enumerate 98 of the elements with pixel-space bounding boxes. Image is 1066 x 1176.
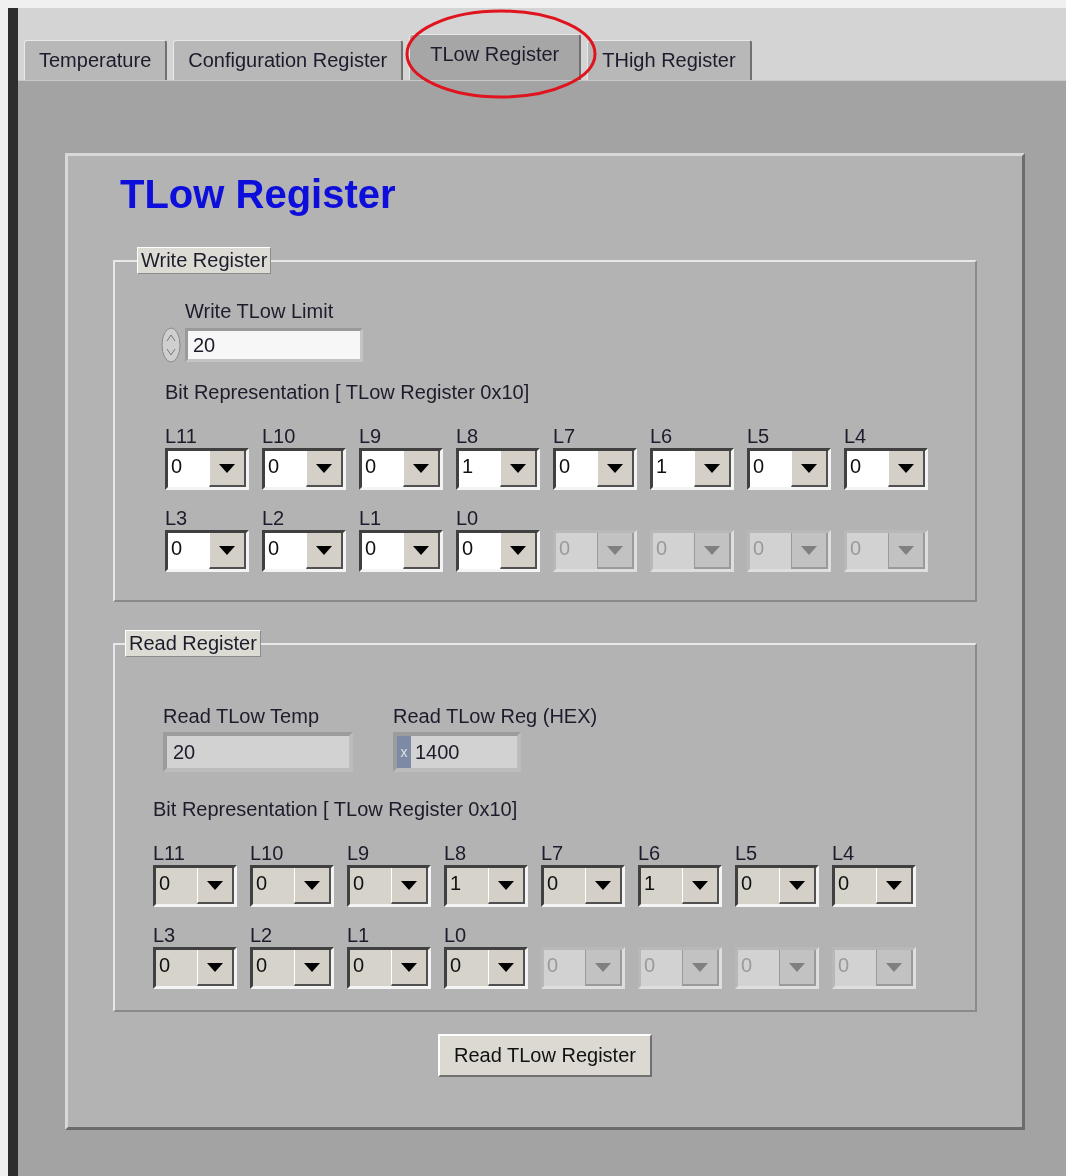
- caret-icon: [510, 545, 526, 555]
- bit-label: L3: [153, 923, 177, 947]
- dropdown[interactable]: 0: [553, 448, 637, 490]
- bit-label: L0: [456, 506, 480, 530]
- bit-label: L7: [553, 424, 577, 448]
- caret-icon: [207, 962, 223, 972]
- bit-label: L7: [541, 841, 565, 865]
- bit-label: L4: [844, 424, 868, 448]
- caret-icon: [801, 545, 817, 555]
- field-label: Write TLow Limit: [185, 300, 335, 323]
- bit-label: L5: [735, 841, 759, 865]
- bit-label: L1: [359, 506, 383, 530]
- bit-label: L10: [250, 841, 285, 865]
- caret-icon: [316, 463, 332, 473]
- tab[interactable]: Configuration Register: [173, 40, 404, 80]
- input-field[interactable]: 20: [185, 328, 363, 362]
- dropdown[interactable]: 0: [844, 448, 928, 490]
- caret-icon: [898, 545, 914, 555]
- caret-icon: [207, 880, 223, 890]
- dropdown[interactable]: 0: [153, 865, 237, 907]
- group-label: Write Register: [137, 247, 272, 274]
- caret-icon: [219, 463, 235, 473]
- caret-icon: [316, 545, 332, 555]
- caret-icon: [595, 880, 611, 890]
- caret-icon: [886, 962, 902, 972]
- bit-label: L2: [250, 923, 274, 947]
- caret-icon: [886, 880, 902, 890]
- dropdown[interactable]: 0: [165, 448, 249, 490]
- bit-label: L5: [747, 424, 771, 448]
- dropdown[interactable]: 0: [347, 865, 431, 907]
- dropdown[interactable]: 0: [347, 947, 431, 989]
- dropdown[interactable]: 1: [650, 448, 734, 490]
- bit-label: L9: [347, 841, 371, 865]
- tab[interactable]: TLow Register: [409, 34, 582, 80]
- bit-label: L11: [153, 841, 186, 865]
- caret-icon: [413, 463, 429, 473]
- field-label: Read TLow Temp: [163, 705, 320, 728]
- dropdown[interactable]: 0: [735, 865, 819, 907]
- section-label: Bit Representation [ TLow Register 0x10]: [153, 798, 519, 821]
- bit-label: L4: [832, 841, 856, 865]
- readout-field: x 1400: [393, 732, 521, 772]
- dropdown[interactable]: 0: [359, 448, 443, 490]
- bit-label: L9: [359, 424, 383, 448]
- dropdown[interactable]: 0: [832, 865, 916, 907]
- caret-icon: [595, 962, 611, 972]
- dropdown[interactable]: 0: [250, 947, 334, 989]
- caret-icon: [789, 880, 805, 890]
- dropdown[interactable]: 0: [456, 530, 540, 572]
- dropdown[interactable]: 0: [444, 947, 528, 989]
- bit-label: L1: [347, 923, 371, 947]
- bit-label: L6: [638, 841, 662, 865]
- caret-icon: [704, 545, 720, 555]
- dropdown[interactable]: 1: [444, 865, 528, 907]
- caret-icon: [801, 463, 817, 473]
- bit-label: L10: [262, 424, 297, 448]
- caret-icon: [510, 463, 526, 473]
- field-label: Read TLow Reg (HEX): [393, 705, 598, 728]
- dropdown[interactable]: 0: [541, 865, 625, 907]
- caret-icon: [498, 962, 514, 972]
- bit-label: L8: [444, 841, 468, 865]
- dropdown[interactable]: 0: [262, 448, 346, 490]
- caret-icon: [304, 880, 320, 890]
- caret-icon: [692, 880, 708, 890]
- caret-icon: [607, 545, 623, 555]
- dropdown[interactable]: 1: [638, 865, 722, 907]
- caret-icon: [692, 962, 708, 972]
- caret-icon: [413, 545, 429, 555]
- bit-label: L11: [165, 424, 198, 448]
- dropdown[interactable]: 0: [250, 865, 334, 907]
- dropdown[interactable]: 0: [359, 530, 443, 572]
- bit-label: L3: [165, 506, 189, 530]
- tab[interactable]: Temperature: [24, 40, 168, 80]
- caret-icon: [498, 880, 514, 890]
- dropdown[interactable]: 0: [153, 947, 237, 989]
- group-label: Read Register: [125, 630, 261, 657]
- bit-label: L8: [456, 424, 480, 448]
- caret-icon: [607, 463, 623, 473]
- dropdown[interactable]: 1: [456, 448, 540, 490]
- caret-icon: [401, 880, 417, 890]
- caret-icon: [898, 463, 914, 473]
- caret-icon: [304, 962, 320, 972]
- bit-label: L2: [262, 506, 286, 530]
- dropdown[interactable]: 0: [747, 448, 831, 490]
- read-button[interactable]: Read TLow Register: [438, 1034, 652, 1077]
- bit-label: L0: [444, 923, 468, 947]
- caret-icon: [789, 962, 805, 972]
- tab[interactable]: THigh Register: [587, 40, 752, 80]
- caret-icon: [401, 962, 417, 972]
- readout-field: 20: [163, 732, 353, 772]
- caret-icon: [704, 463, 720, 473]
- section-label: Bit Representation [ TLow Register 0x10]: [165, 381, 531, 404]
- radix-indicator: x: [397, 736, 411, 768]
- bit-label: L6: [650, 424, 674, 448]
- spinner-icon[interactable]: [161, 327, 181, 363]
- panel-title: TLow Register: [119, 172, 397, 217]
- dropdown[interactable]: 0: [165, 530, 249, 572]
- dropdown[interactable]: 0: [262, 530, 346, 572]
- caret-icon: [219, 545, 235, 555]
